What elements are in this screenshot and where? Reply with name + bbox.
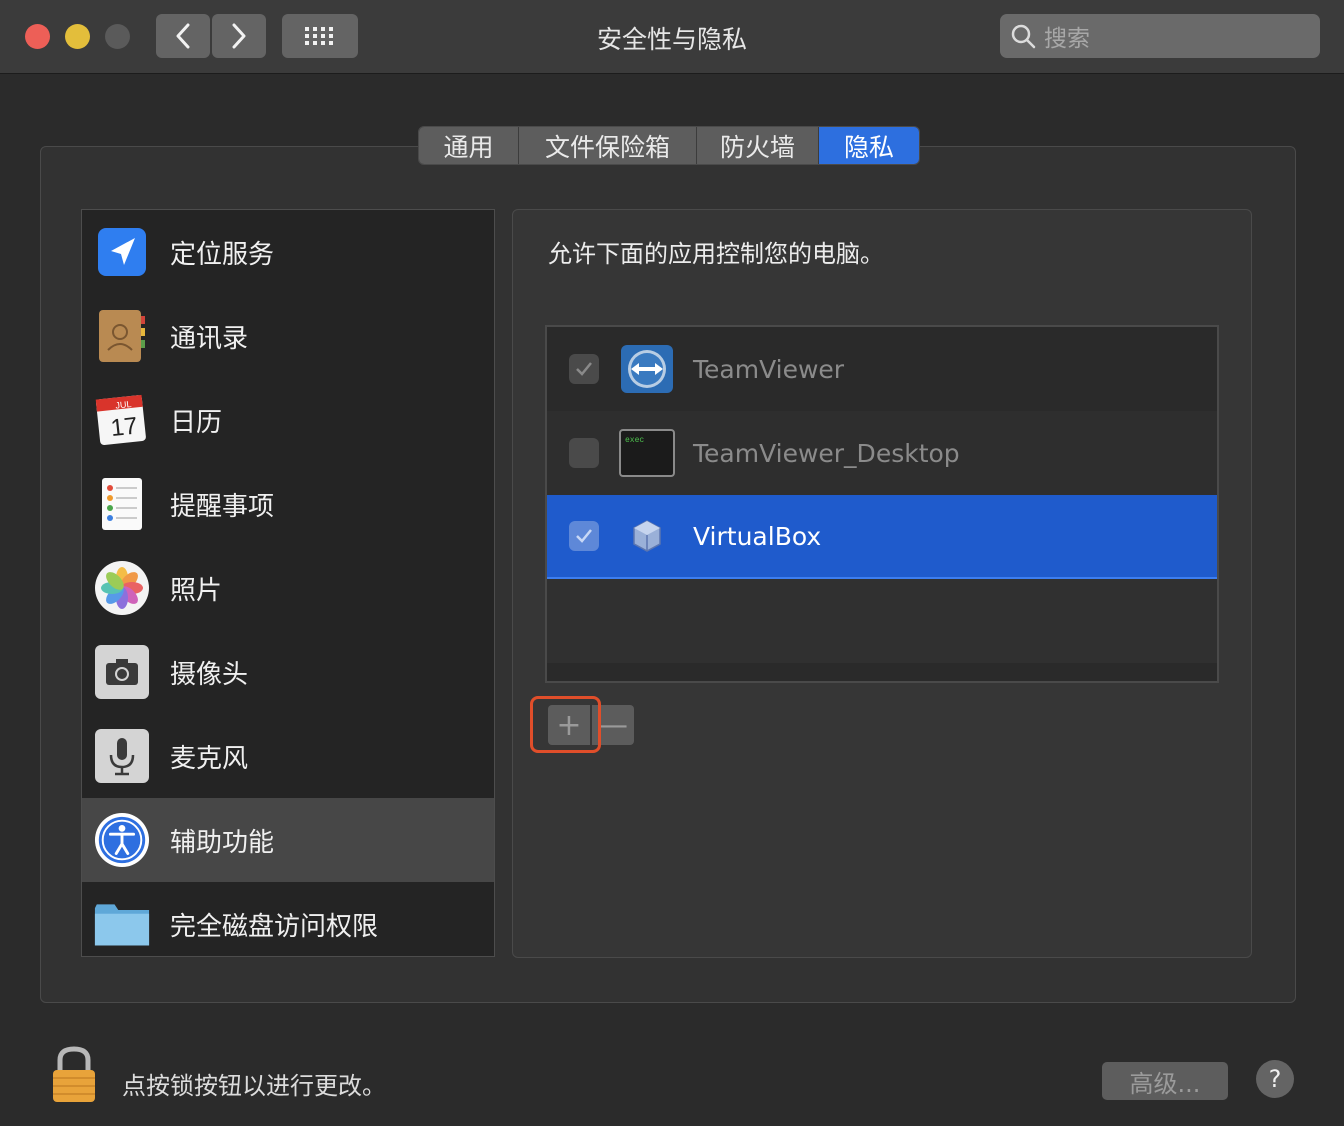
tab-firewall[interactable]: 防火墙 (697, 127, 819, 164)
sidebar-item-camera[interactable]: 摄像头 (82, 630, 494, 714)
tab-privacy[interactable]: 隐私 (819, 127, 919, 164)
highlight-annotation (530, 696, 601, 753)
accessibility-icon (94, 812, 150, 868)
sidebar-item-photos[interactable]: 照片 (82, 546, 494, 630)
sidebar-item-label: 照片 (170, 575, 223, 606)
sidebar-item-full-disk-access[interactable]: 完全磁盘访问权限 (82, 882, 494, 956)
app-checkbox[interactable] (569, 438, 599, 468)
sidebar-item-location-services[interactable]: 定位服务 (82, 210, 494, 294)
padlock-icon (53, 1046, 95, 1102)
app-name: TeamViewer (693, 354, 845, 384)
list-item[interactable]: TeamViewer (547, 327, 1217, 411)
search-placeholder: 搜索 (1044, 26, 1090, 52)
tab-filevault[interactable]: 文件保险箱 (519, 127, 697, 164)
sidebar-item-label: 提醒事项 (170, 491, 275, 522)
app-list: TeamViewer exec TeamViewer_Desktop Virtu… (545, 325, 1219, 683)
help-button[interactable]: ? (1256, 1060, 1294, 1098)
sidebar-item-label: 完全磁盘访问权限 (170, 911, 379, 942)
folder-icon (94, 896, 150, 952)
tab-bar: 通用 文件保险箱 防火墙 隐私 (418, 126, 920, 165)
exec-label: exec (625, 436, 644, 445)
virtualbox-icon (619, 511, 675, 561)
empty-list-row (547, 579, 1217, 663)
lock-button[interactable] (50, 1046, 98, 1104)
sidebar-item-label: 麦克风 (170, 743, 249, 774)
sidebar-item-microphone[interactable]: 麦克风 (82, 714, 494, 798)
sidebar-item-calendar[interactable]: JUL 17 日历 (82, 378, 494, 462)
location-arrow-icon (94, 224, 150, 280)
app-checkbox[interactable] (569, 354, 599, 384)
advanced-button[interactable]: 高级... (1102, 1062, 1228, 1100)
sidebar-item-contacts[interactable]: 通讯录 (82, 294, 494, 378)
sidebar-item-accessibility[interactable]: 辅助功能 (82, 798, 494, 882)
list-item[interactable]: exec TeamViewer_Desktop (547, 411, 1217, 495)
teamviewer-icon (619, 344, 675, 394)
list-item[interactable]: VirtualBox (547, 495, 1217, 579)
app-checkbox[interactable] (569, 521, 599, 551)
microphone-icon (94, 728, 150, 784)
reminders-icon (94, 476, 150, 532)
lock-status-text: 点按锁按钮以进行更改。 (122, 1072, 386, 1100)
calendar-icon: JUL 17 (94, 392, 150, 448)
tab-general[interactable]: 通用 (419, 127, 519, 164)
photos-icon (94, 560, 150, 616)
calendar-day: 17 (109, 412, 138, 442)
app-name: VirtualBox (693, 521, 822, 551)
privacy-category-list: 定位服务 通讯录 JUL 17 日历 提醒事项 照片 摄像头 麦克风 辅助功能 … (81, 209, 495, 957)
sidebar-item-label: 摄像头 (170, 659, 249, 690)
exec-terminal-icon: exec (619, 428, 675, 478)
sidebar-item-reminders[interactable]: 提醒事项 (82, 462, 494, 546)
sidebar-item-label: 日历 (170, 407, 223, 438)
checkmark-icon (576, 529, 592, 543)
sidebar-item-label: 定位服务 (170, 239, 275, 270)
search-icon (1011, 24, 1036, 49)
app-name: TeamViewer_Desktop (693, 438, 960, 468)
camera-icon (94, 644, 150, 700)
search-field[interactable]: 搜索 (1000, 14, 1320, 58)
sidebar-item-label: 通讯录 (170, 323, 249, 354)
description-text: 允许下面的应用控制您的电脑。 (548, 240, 884, 268)
title-bar: 安全性与隐私 搜索 (0, 0, 1344, 74)
sidebar-item-label: 辅助功能 (170, 827, 275, 858)
contacts-book-icon (94, 308, 150, 364)
calendar-month: JUL (115, 399, 132, 411)
checkmark-icon (576, 362, 592, 376)
